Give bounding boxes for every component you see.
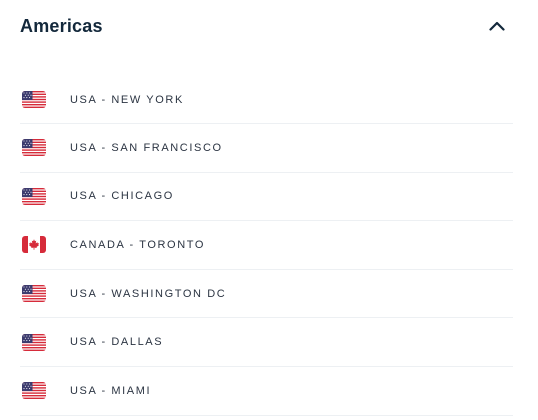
section-title: Americas bbox=[20, 15, 103, 36]
chevron-up-icon[interactable] bbox=[485, 14, 509, 38]
location-item[interactable]: USA - WASHINGTON DC bbox=[20, 270, 513, 319]
location-label: USA - WASHINGTON DC bbox=[70, 287, 227, 300]
location-list: USA - NEW YORK USA - SAN FRANCISCO USA -… bbox=[20, 76, 513, 416]
us-flag-icon bbox=[22, 187, 46, 205]
location-label: CANADA - TORONTO bbox=[70, 238, 206, 251]
location-item[interactable]: USA - CHICAGO bbox=[20, 173, 513, 222]
location-label: USA - DALLAS bbox=[70, 336, 164, 349]
us-flag-icon bbox=[22, 285, 46, 303]
americas-section: Americas USA - NEW YORK USA - SAN FRANCI… bbox=[0, 0, 538, 420]
section-header[interactable]: Americas bbox=[20, 8, 515, 44]
us-flag-icon bbox=[22, 91, 46, 108]
location-label: USA - MIAMI bbox=[70, 384, 152, 397]
location-item[interactable]: USA - MIAMI bbox=[20, 367, 513, 416]
canada-flag-icon bbox=[22, 236, 46, 254]
location-label: USA - NEW YORK bbox=[70, 93, 184, 106]
location-item[interactable]: USA - NEW YORK bbox=[20, 76, 513, 124]
us-flag-icon bbox=[22, 333, 46, 351]
us-flag-icon bbox=[22, 139, 46, 157]
location-label: USA - CHICAGO bbox=[70, 190, 174, 203]
location-item[interactable]: CANADA - TORONTO bbox=[20, 221, 513, 270]
us-flag-icon bbox=[22, 382, 46, 400]
location-label: USA - SAN FRANCISCO bbox=[70, 141, 223, 154]
location-item[interactable]: USA - SAN FRANCISCO bbox=[20, 124, 513, 173]
location-item[interactable]: USA - DALLAS bbox=[20, 318, 513, 367]
